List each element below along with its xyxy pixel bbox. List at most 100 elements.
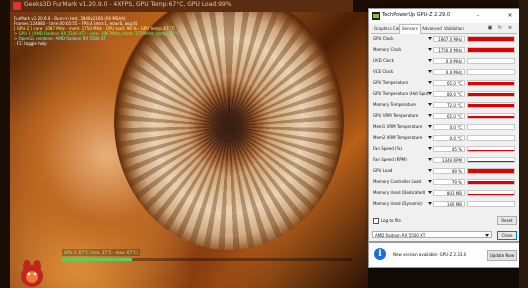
sensor-dropdown-icon[interactable] [428,202,432,205]
sensor-name: Memory Clock [373,47,402,52]
gpuz-window: TechPowerUp GPU-Z 2.29.0 – ✕ Graphics Ca… [368,8,520,242]
sensor-row: Memory Clock 1750.0 MHz [371,46,517,54]
sensor-graph [467,80,515,86]
sensor-graph-fill [468,149,514,151]
sensor-dropdown-icon[interactable] [428,81,432,84]
sensor-value: 79 % [433,179,465,185]
info-icon: i [374,248,386,260]
sensor-row: VCE Clock 0.0 MHz [371,68,517,76]
desktop-background [368,268,519,288]
update-notification: i New version available: GPU-Z 2.33.0 Up… [368,242,520,268]
sensor-value: 1349 RPM [433,157,465,163]
sensor-dropdown-icon[interactable] [428,114,432,117]
sensor-graph-fill [468,181,514,184]
furmark-window-title: Geeks3D FurMark v1.20.9.0 - 4XFPS, GPU T… [24,1,232,8]
fur-texture-streaks [114,12,344,250]
sensor-value: 1750.0 MHz [433,47,465,53]
sensor-value: 72.0 °C [433,102,465,108]
tab-validation[interactable]: Validation [442,25,466,33]
sensor-row: Fan Speed (%) 45 % [371,145,517,153]
sensor-dropdown-icon[interactable] [428,180,432,183]
sensor-value: 65.0 °C [433,80,465,86]
gpu-select-value: AMD Radeon RX 5500 XT [375,233,426,238]
close-icon[interactable]: ✕ [505,11,515,21]
desktop-edge [519,0,528,288]
gpuz-window-title: TechPowerUp GPU-Z 2.29.0 [382,12,451,18]
sensor-name: GPU Temperature (Hot Spot) [373,91,429,96]
sensor-graph-fill [468,37,514,41]
furmark-render-view: FurMark v1.20.9.0 - Burn-in test, 3840x2… [10,12,368,288]
sensor-dropdown-icon[interactable] [428,125,432,128]
sensor-graph-fill [468,194,514,195]
sensor-name: Mem2 VRM Temperature [373,135,423,140]
sensor-row: Memory Used (Dedicated) 803 MB [371,189,517,197]
sensor-dropdown-icon[interactable] [428,37,432,40]
sensor-value: 1867.0 MHz [433,36,465,42]
sensor-dropdown-icon[interactable] [428,92,432,95]
sensor-name: GPU Load [373,168,393,173]
menu-icon[interactable]: ≡ [507,25,513,31]
sensor-row: UVD Clock 0.0 MHz [371,57,517,65]
gpu-select-dropdown[interactable]: AMD Radeon RX 5500 XT [372,231,492,238]
sensor-graph [467,190,515,196]
update-message: New version available: GPU-Z 2.33.0 [393,252,467,257]
sensor-name: GPU VRM Temperature [373,113,419,118]
sensor-value: 80.0 °C [433,91,465,97]
sensor-row: GPU VRM Temperature 65.0 °C [371,112,517,120]
sensor-dropdown-icon[interactable] [428,136,432,139]
sensor-name: Memory Used (Dynamic) [373,201,423,206]
camera-icon[interactable]: ▣ [487,25,493,31]
sensor-row: GPU Temperature (Hot Spot) 80.0 °C [371,90,517,98]
sensor-dropdown-icon[interactable] [428,59,432,62]
sensor-graph-fill [468,160,514,162]
log-to-file-label: Log to file [381,218,401,223]
sensor-value: 0.0 MHz [433,69,465,75]
sensor-graph-fill [468,82,514,85]
reset-button[interactable]: Reset [497,216,517,225]
sensor-row: GPU Clock 1867.0 MHz [371,35,517,43]
sensor-dropdown-icon[interactable] [428,158,432,161]
sensor-graph [467,201,515,207]
sensor-graph [467,113,515,119]
sensor-value: 65.0 °C [433,113,465,119]
tab-sensors[interactable]: Sensors [399,24,421,34]
sensor-value: 803 MB [433,190,465,196]
minimize-icon[interactable]: – [473,11,483,21]
sensor-graph [467,157,515,163]
sensor-graph [467,168,515,174]
sensor-dropdown-icon[interactable] [428,147,432,150]
gpu-temp-overlay: GPU 1: 67°C (min: 37°C - max: 67°C) [62,249,141,256]
sensor-row: Mem1 VRM Temperature 0.0 °C [371,123,517,131]
sensor-dropdown-icon[interactable] [428,48,432,51]
sensor-value: 0.0 °C [433,124,465,130]
sensor-row: GPU Load 99 % [371,167,517,175]
sensor-graph [467,58,515,64]
furmark-osd-text: FurMark v1.20.9.0 - Burn-in test, 3840x2… [14,16,179,46]
sensor-value: 146 MB [433,201,465,207]
sensor-graph [467,102,515,108]
sensor-graph-fill [468,169,514,173]
sensor-dropdown-icon[interactable] [428,70,432,73]
sensor-name: VCE Clock [373,69,394,74]
checkbox-box[interactable] [373,218,379,224]
sensor-graph [467,91,515,97]
tab-advanced[interactable]: Advanced [420,25,444,33]
sensor-row: Memory Temperature 72.0 °C [371,101,517,109]
sensor-graph [467,47,515,53]
sensor-graph [467,146,515,152]
sensor-name: Memory Temperature [373,102,416,107]
gpuz-titlebar[interactable]: TechPowerUp GPU-Z 2.29.0 – ✕ [369,9,519,23]
sensor-dropdown-icon[interactable] [428,169,432,172]
close-button[interactable]: Close [497,231,517,240]
sensor-row: Mem2 VRM Temperature 0.0 °C [371,134,517,142]
sensor-name: Memory Used (Dedicated) [373,190,426,195]
sensor-graph [467,69,515,75]
sensor-dropdown-icon[interactable] [428,103,432,106]
update-now-button[interactable]: Update Now [487,250,517,261]
sensor-graph-fill [468,48,514,52]
sensor-dropdown-icon[interactable] [428,191,432,194]
refresh-icon[interactable]: ↻ [497,25,503,31]
sensor-graph-fill [468,92,514,96]
gpu-temp-graph [62,258,352,261]
log-to-file-checkbox[interactable]: Log to file [373,218,401,224]
